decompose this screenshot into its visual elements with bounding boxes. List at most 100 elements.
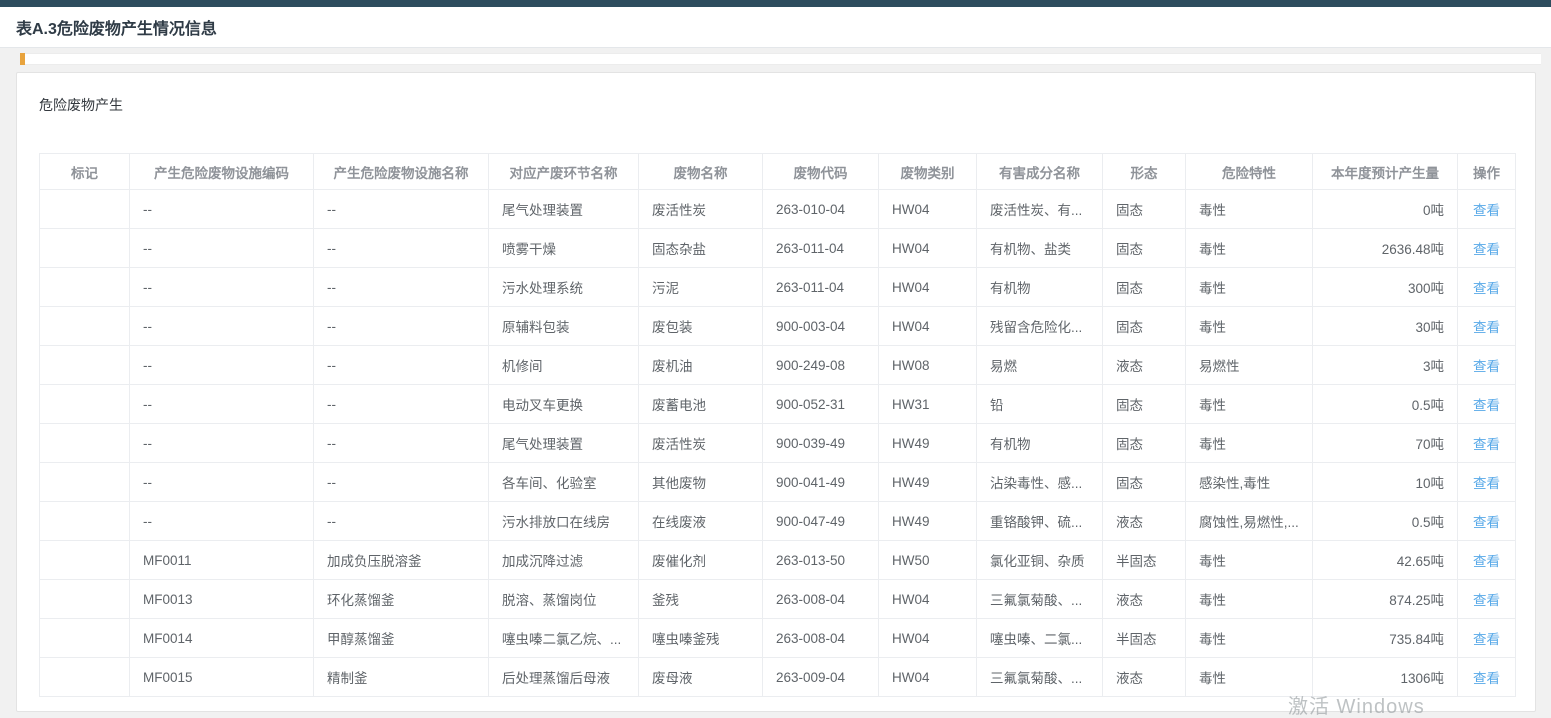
view-link[interactable]: 查看 [1473,398,1500,413]
cell-waste_name: 废母液 [639,658,763,697]
cell-mark [40,580,130,619]
cell-waste_code: 263-009-04 [763,658,879,697]
view-link[interactable]: 查看 [1473,515,1500,530]
cell-action: 查看 [1458,346,1516,385]
cell-amount: 874.25吨 [1313,580,1458,619]
cell-waste_code: 900-047-49 [763,502,879,541]
cell-waste_name: 废活性炭 [639,190,763,229]
cell-action: 查看 [1458,580,1516,619]
cell-components: 有机物 [977,268,1103,307]
cell-components: 氯化亚铜、杂质 [977,541,1103,580]
cell-category: HW49 [879,463,977,502]
view-link[interactable]: 查看 [1473,242,1500,257]
table-row: ----尾气处理装置废活性炭263-010-04HW04废活性炭、有...固态毒… [40,190,1516,229]
cell-mark [40,619,130,658]
cell-facility_name: -- [314,229,489,268]
cell-form: 半固态 [1103,541,1186,580]
cell-action: 查看 [1458,229,1516,268]
cell-facility_name: -- [314,424,489,463]
cell-facility_name: 甲醇蒸馏釜 [314,619,489,658]
cell-form: 固态 [1103,190,1186,229]
cell-mark [40,385,130,424]
cell-stage: 加成沉降过滤 [489,541,639,580]
waste-table-body: ----尾气处理装置废活性炭263-010-04HW04废活性炭、有...固态毒… [40,190,1516,697]
cell-category: HW49 [879,424,977,463]
cell-waste_name: 废活性炭 [639,424,763,463]
cell-components: 残留含危险化... [977,307,1103,346]
cell-amount: 0吨 [1313,190,1458,229]
cell-waste_name: 污泥 [639,268,763,307]
cell-stage: 尾气处理装置 [489,424,639,463]
cell-waste_code: 900-041-49 [763,463,879,502]
table-row: MF0014甲醇蒸馏釜噻虫嗪二氯乙烷、...噻虫嗪釜残263-008-04HW0… [40,619,1516,658]
cell-form: 固态 [1103,229,1186,268]
cell-action: 查看 [1458,307,1516,346]
view-link[interactable]: 查看 [1473,320,1500,335]
collapsed-panel-strip [25,53,1541,65]
cell-hazard: 毒性 [1186,424,1313,463]
cell-hazard: 毒性 [1186,541,1313,580]
cell-facility_name: -- [314,346,489,385]
table-row: ----污水处理系统污泥263-011-04HW04有机物固态毒性300吨查看 [40,268,1516,307]
view-link[interactable]: 查看 [1473,593,1500,608]
cell-facility_code: -- [130,346,314,385]
cell-category: HW04 [879,619,977,658]
column-header-category: 废物类别 [879,154,977,190]
cell-mark [40,424,130,463]
cell-action: 查看 [1458,268,1516,307]
cell-action: 查看 [1458,424,1516,463]
cell-form: 固态 [1103,385,1186,424]
table-row: ----尾气处理装置废活性炭900-039-49HW49有机物固态毒性70吨查看 [40,424,1516,463]
page-title: 表A.3危险废物产生情况信息 [16,15,217,39]
cell-form: 液态 [1103,346,1186,385]
cell-hazard: 毒性 [1186,229,1313,268]
cell-waste_name: 釜残 [639,580,763,619]
cell-facility_name: -- [314,307,489,346]
cell-waste_code: 900-003-04 [763,307,879,346]
column-header-stage: 对应产废环节名称 [489,154,639,190]
column-header-facility_name: 产生危险废物设施名称 [314,154,489,190]
cell-hazard: 感染性,毒性 [1186,463,1313,502]
cell-hazard: 易燃性 [1186,346,1313,385]
cell-category: HW31 [879,385,977,424]
table-row: ----电动叉车更换废蓄电池900-052-31HW31铅固态毒性0.5吨查看 [40,385,1516,424]
cell-mark [40,229,130,268]
cell-waste_code: 263-010-04 [763,190,879,229]
view-link[interactable]: 查看 [1473,281,1500,296]
view-link[interactable]: 查看 [1473,671,1500,686]
cell-amount: 3吨 [1313,346,1458,385]
cell-category: HW04 [879,307,977,346]
column-header-facility_code: 产生危险废物设施编码 [130,154,314,190]
table-row: MF0013环化蒸馏釜脱溶、蒸馏岗位釜残263-008-04HW04三氟氯菊酸、… [40,580,1516,619]
column-header-mark: 标记 [40,154,130,190]
cell-form: 液态 [1103,580,1186,619]
cell-facility_code: -- [130,307,314,346]
view-link[interactable]: 查看 [1473,359,1500,374]
cell-facility_name: -- [314,268,489,307]
view-link[interactable]: 查看 [1473,632,1500,647]
view-link[interactable]: 查看 [1473,437,1500,452]
column-header-waste_name: 废物名称 [639,154,763,190]
cell-facility_code: MF0015 [130,658,314,697]
cell-waste_code: 900-039-49 [763,424,879,463]
cell-hazard: 腐蚀性,易燃性,... [1186,502,1313,541]
cell-form: 固态 [1103,268,1186,307]
cell-waste_code: 900-249-08 [763,346,879,385]
view-link[interactable]: 查看 [1473,476,1500,491]
cell-facility_code: MF0014 [130,619,314,658]
cell-hazard: 毒性 [1186,619,1313,658]
column-header-hazard: 危险特性 [1186,154,1313,190]
cell-facility_code: MF0013 [130,580,314,619]
cell-waste_code: 900-052-31 [763,385,879,424]
view-link[interactable]: 查看 [1473,203,1500,218]
view-link[interactable]: 查看 [1473,554,1500,569]
table-row: MF0011加成负压脱溶釜加成沉降过滤废催化剂263-013-50HW50氯化亚… [40,541,1516,580]
cell-mark [40,268,130,307]
cell-action: 查看 [1458,619,1516,658]
cell-action: 查看 [1458,190,1516,229]
cell-action: 查看 [1458,541,1516,580]
cell-facility_name: 加成负压脱溶釜 [314,541,489,580]
cell-category: HW04 [879,580,977,619]
cell-facility_name: 精制釜 [314,658,489,697]
cell-waste_name: 废包装 [639,307,763,346]
